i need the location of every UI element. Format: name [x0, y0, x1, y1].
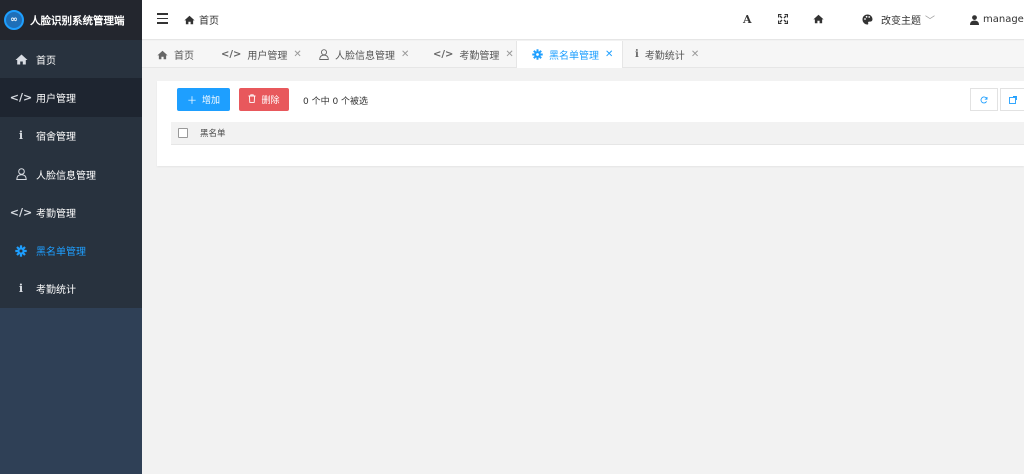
- close-icon[interactable]: ✕: [293, 49, 301, 60]
- tab-home[interactable]: 首页: [157, 41, 194, 68]
- theme-switcher[interactable]: 改变主题 ﹀: [862, 12, 935, 27]
- chevron-down-icon: ﹀: [925, 16, 935, 27]
- sidebar-item-attendance[interactable]: </> 考勤管理: [0, 193, 142, 231]
- tab-users[interactable]: </> 用户管理 ✕: [221, 41, 302, 68]
- code-icon: </>: [9, 90, 33, 104]
- tab-label: 黑名单管理: [549, 51, 599, 62]
- sidebar-item-face-info[interactable]: 人脸信息管理: [0, 155, 142, 193]
- sidebar-item-label: 考勤统计: [36, 285, 76, 297]
- tab-label: 考勤统计: [644, 51, 685, 62]
- info-icon: i: [18, 129, 24, 143]
- sidebar-item-attendance-stats[interactable]: i 考勤统计: [0, 270, 142, 308]
- tab-label: 人脸信息管理: [335, 51, 395, 62]
- gear-icon: [14, 244, 28, 257]
- add-button-label: 增加: [201, 96, 220, 106]
- table-header-row: 黑名单: [171, 122, 1024, 145]
- top-header: 首页 A 改变主题 ﹀ manage ﹀: [142, 0, 1024, 40]
- font-size-icon[interactable]: A: [743, 11, 752, 27]
- sidebar: ∞ 人脸识别系统管理端 首页 </> 用户管理 i 宿舍管理 人脸信息管理 </…: [0, 0, 142, 474]
- sidebar-header: ∞ 人脸识别系统管理端: [0, 0, 142, 40]
- tab-label: 首页: [174, 51, 194, 62]
- code-icon: </>: [221, 49, 242, 60]
- tab-label: 考勤管理: [459, 51, 500, 62]
- tab-blacklist[interactable]: 黑名单管理 ✕: [516, 41, 623, 68]
- tab-bar: 首页 </> 用户管理 ✕ 人脸信息管理 ✕ </> 考勤管理 ✕ 黑名单管理 …: [142, 41, 1024, 68]
- breadcrumb-label: 首页: [199, 16, 219, 27]
- export-icon: [1008, 95, 1017, 104]
- sidebar-item-label: 宿舍管理: [36, 132, 76, 144]
- sidebar-item-dormitory[interactable]: i 宿舍管理: [0, 117, 142, 155]
- sidebar-item-label: 黑名单管理: [36, 247, 86, 259]
- home-icon: [157, 50, 168, 60]
- code-icon: </>: [433, 49, 454, 60]
- close-icon[interactable]: ✕: [691, 49, 699, 60]
- trash-icon: [248, 93, 256, 106]
- sidebar-item-users[interactable]: </> 用户管理: [0, 78, 142, 117]
- sidebar-item-label: 考勤管理: [36, 208, 76, 220]
- code-icon: </>: [9, 205, 33, 219]
- tab-label: 用户管理: [247, 51, 288, 62]
- sidebar-item-blacklist[interactable]: 黑名单管理: [0, 231, 142, 269]
- theme-label: 改变主题: [881, 16, 921, 27]
- sidebar-item-label: 用户管理: [36, 93, 76, 105]
- delete-button[interactable]: 删除: [239, 88, 289, 111]
- refresh-button[interactable]: [970, 88, 998, 111]
- info-icon: i: [635, 49, 639, 60]
- selection-count: 0 个中 0 个被选: [303, 97, 369, 107]
- menu-toggle-icon[interactable]: [157, 13, 168, 25]
- user-menu[interactable]: manage ﹀: [970, 12, 1024, 27]
- tab-attendance[interactable]: </> 考勤管理 ✕: [433, 41, 514, 68]
- breadcrumb[interactable]: 首页: [184, 12, 219, 27]
- tab-attendance-stats[interactable]: i 考勤统计 ✕: [635, 41, 699, 68]
- close-icon[interactable]: ✕: [401, 49, 409, 60]
- sidebar-item-label: 人脸信息管理: [36, 170, 96, 182]
- export-button[interactable]: [1000, 88, 1024, 111]
- app-title: 人脸识别系统管理端: [30, 14, 125, 27]
- sidebar-item-home[interactable]: 首页: [0, 40, 142, 78]
- refresh-icon: [980, 96, 988, 103]
- home-icon[interactable]: [813, 11, 824, 27]
- plus-icon: ＋: [186, 96, 197, 107]
- add-button[interactable]: ＋ 增加: [177, 88, 230, 111]
- home-icon: [184, 15, 195, 24]
- user-icon: [970, 14, 979, 25]
- gear-icon: [532, 49, 543, 60]
- close-icon[interactable]: ✕: [505, 49, 513, 60]
- sidebar-menu: 首页 </> 用户管理 i 宿舍管理 人脸信息管理 </> 考勤管理 黑名单管理: [0, 40, 142, 308]
- blacklist-panel: ＋ 增加 删除 0 个中 0 个被选 黑名单: [157, 81, 1024, 166]
- sidebar-item-label: 首页: [36, 55, 56, 67]
- info-icon: i: [18, 282, 24, 296]
- user-icon: [319, 49, 329, 60]
- tab-face-info[interactable]: 人脸信息管理 ✕: [319, 41, 409, 68]
- username: manage: [983, 14, 1024, 25]
- delete-button-label: 删除: [261, 96, 280, 106]
- palette-icon: [862, 14, 873, 25]
- select-all-checkbox[interactable]: [178, 128, 188, 138]
- column-header-blacklist: 黑名单: [200, 129, 226, 139]
- fullscreen-icon[interactable]: [778, 11, 788, 27]
- infinity-icon: ∞: [4, 10, 24, 30]
- user-icon: [14, 168, 28, 181]
- home-icon: [14, 54, 28, 65]
- close-icon[interactable]: ✕: [605, 49, 613, 60]
